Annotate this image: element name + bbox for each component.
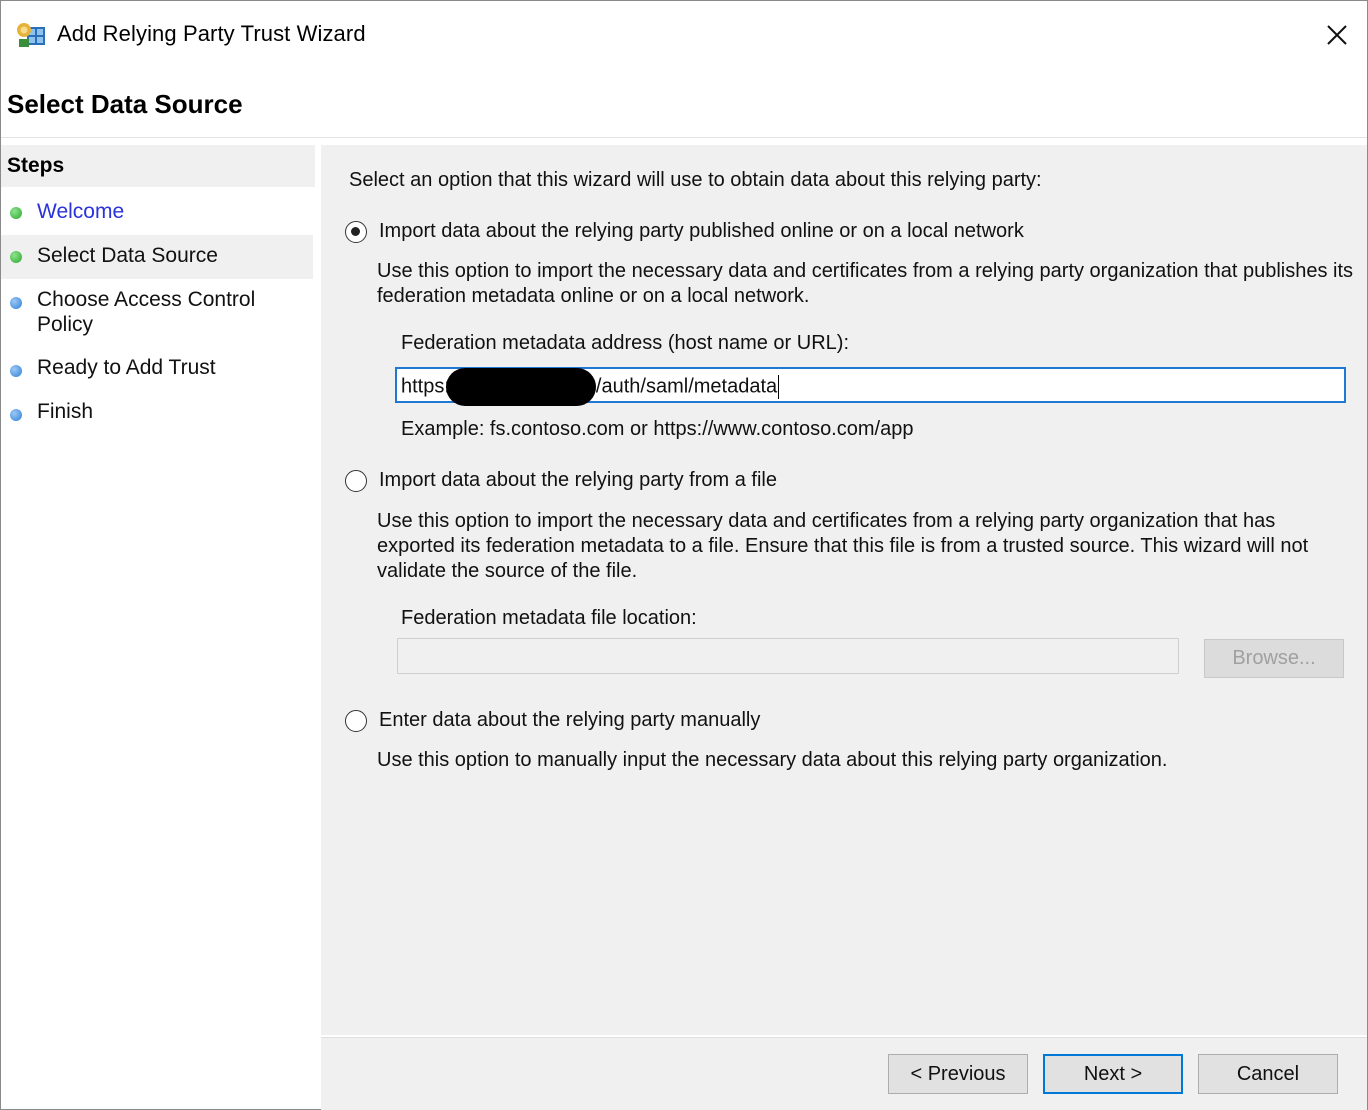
radio-manual-entry-label[interactable]: Enter data about the relying party manua… — [379, 709, 760, 732]
close-button[interactable] — [1307, 1, 1367, 69]
title-bar: Add Relying Party Trust Wizard — [1, 1, 1367, 69]
content-panel: Select an option that this wizard will u… — [321, 145, 1367, 1035]
radio-manual-entry[interactable] — [345, 710, 367, 732]
wizard-header: Select Data Source — [1, 69, 1367, 138]
status-dot-icon — [10, 409, 22, 421]
steps-heading: Steps — [1, 145, 315, 187]
radio-import-online[interactable] — [345, 221, 367, 243]
status-dot-icon — [10, 207, 22, 219]
metadata-address-input[interactable]: https:/auth/saml/metadata — [395, 367, 1346, 406]
option-online-description: Use this option to import the necessary … — [377, 260, 1354, 307]
step-select-data-source[interactable]: Select Data Source — [1, 235, 313, 279]
step-label: Select Data Source — [37, 244, 218, 267]
step-choose-access-control-policy: Choose Access Control Policy — [1, 283, 313, 339]
option-manual-description: Use this option to manually input the ne… — [377, 749, 1168, 771]
step-label: Finish — [37, 400, 94, 423]
metadata-address-label: Federation metadata address (host name o… — [401, 332, 849, 354]
step-label: Welcome — [37, 200, 125, 223]
radio-import-file[interactable] — [345, 470, 367, 492]
file-location-label: Federation metadata file location: — [401, 607, 697, 629]
radio-import-file-label[interactable]: Import data about the relying party from… — [379, 469, 777, 492]
step-finish: Finish — [1, 395, 313, 435]
step-ready-to-add-trust: Ready to Add Trust — [1, 351, 313, 391]
page-title: Select Data Source — [7, 89, 243, 119]
steps-panel: Steps Welcome Select Data Source Choose … — [1, 145, 317, 1109]
option-file-description: Use this option to import the necessary … — [377, 510, 1309, 582]
close-icon — [1327, 25, 1347, 45]
wizard-footer: < Previous Next > Cancel — [321, 1037, 1367, 1110]
metadata-address-value: https:/auth/saml/metadata — [401, 368, 780, 406]
cancel-button[interactable]: Cancel — [1198, 1054, 1338, 1094]
step-label: Choose Access Control Policy — [37, 288, 256, 336]
text-caret — [778, 375, 780, 399]
metadata-address-example: Example: fs.contoso.com or https://www.c… — [401, 418, 914, 440]
step-welcome[interactable]: Welcome — [1, 193, 313, 233]
step-label: Ready to Add Trust — [37, 356, 216, 379]
browse-button[interactable]: Browse... — [1204, 639, 1344, 678]
steps-heading-label: Steps — [7, 154, 65, 177]
window-title: Add Relying Party Trust Wizard — [57, 21, 366, 46]
status-dot-icon — [10, 251, 22, 263]
wizard-window: Add Relying Party Trust Wizard Select Da… — [0, 0, 1368, 1110]
previous-button[interactable]: < Previous — [888, 1054, 1028, 1094]
radio-import-online-label[interactable]: Import data about the relying party publ… — [379, 220, 1024, 243]
redaction-mark — [445, 368, 596, 406]
next-button[interactable]: Next > — [1043, 1054, 1183, 1094]
status-dot-icon — [10, 297, 22, 309]
status-dot-icon — [10, 365, 22, 377]
adfs-app-icon — [15, 21, 47, 49]
file-location-input[interactable] — [397, 638, 1179, 674]
intro-text: Select an option that this wizard will u… — [349, 169, 1042, 191]
